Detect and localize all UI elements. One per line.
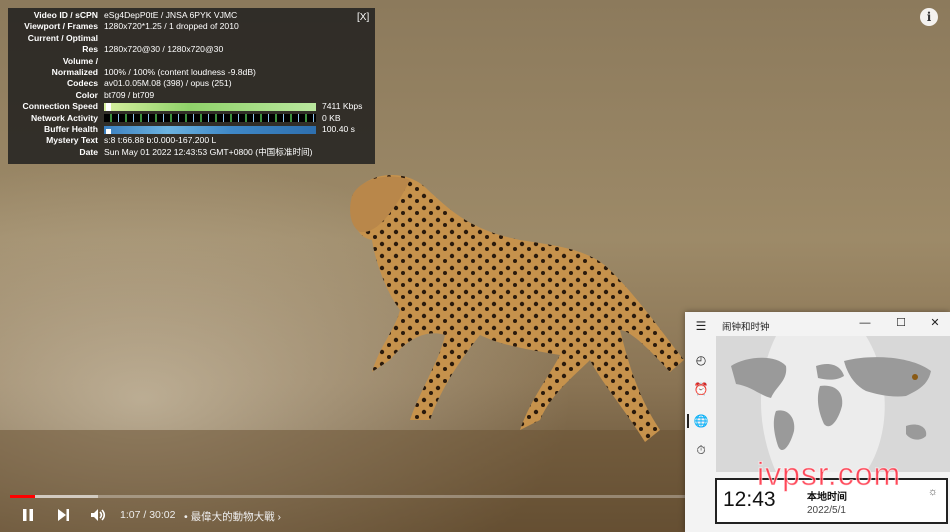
stats-label: Volume /	[62, 55, 98, 66]
clock-nav: ☰ ◴ ⏰ 🌐 ⏱	[685, 312, 717, 532]
stats-row: Date Sun May 01 2022 12:43:53 GMT+0800 (中…	[8, 147, 375, 158]
stats-for-nerds-panel: [X] Video ID / sCPN eSg4DepP0tE / JNSA 6P…	[8, 8, 375, 164]
stats-row: Video ID / sCPN eSg4DepP0tE / JNSA 6PYK V…	[8, 10, 375, 21]
stats-label: Mystery Text	[46, 135, 98, 146]
clock-app-window: 闹钟和时钟 — ☐ ✕ ☰ ◴ ⏰ 🌐 ⏱ 12:43 本地时间 2022/5/…	[685, 312, 950, 532]
world-map	[716, 336, 950, 472]
stats-label: Current / Optimal	[27, 32, 98, 43]
nav-selection-indicator	[687, 414, 689, 428]
network-activity-graph	[104, 114, 316, 123]
stats-value: 100.40 s	[322, 123, 355, 134]
video-player[interactable]: [X] Video ID / sCPN eSg4DepP0tE / JNSA 6P…	[0, 0, 950, 532]
stats-row: Buffer Health 100.40 s	[8, 124, 375, 135]
stats-label: Connection Speed	[22, 101, 98, 112]
stats-value: Sun May 01 2022 12:43:53 GMT+0800 (中国标准时…	[104, 146, 313, 157]
stats-label: Normalized	[51, 66, 98, 77]
stats-label: Res	[82, 44, 98, 55]
stats-label: Viewport / Frames	[24, 21, 98, 32]
stats-label: Network Activity	[30, 112, 98, 123]
chapter-title[interactable]: • 最偉大的動物大戰 ›	[184, 509, 281, 524]
stats-value: eSg4DepP0tE / JNSA 6PYK VJMC	[104, 10, 238, 20]
pause-icon[interactable]	[20, 507, 36, 523]
sun-icon: ☼	[927, 486, 938, 498]
stats-value: av01.0.05M.08 (398) / opus (251)	[104, 78, 232, 89]
world-map-image	[716, 336, 950, 472]
hamburger-menu-icon[interactable]: ☰	[691, 316, 711, 336]
stats-row: Codecs av01.0.05M.08 (398) / opus (251)	[8, 78, 375, 89]
next-icon[interactable]	[55, 507, 71, 523]
stats-label: Buffer Health	[44, 123, 98, 134]
world-clock-icon[interactable]: 🌐	[691, 411, 711, 431]
close-button[interactable]: ✕	[926, 316, 944, 330]
stats-row: Color bt709 / bt709	[8, 90, 375, 101]
chevron-right-icon: ›	[277, 511, 282, 523]
maximize-button[interactable]: ☐	[892, 316, 910, 330]
connection-speed-graph	[104, 102, 316, 111]
progress-bar[interactable]	[10, 495, 685, 498]
timer-icon[interactable]: ◴	[691, 350, 711, 370]
minimize-button[interactable]: —	[856, 316, 874, 330]
stats-value: s:8 t:66.88 b:0.000-167.200 L	[104, 135, 217, 146]
stats-row: Viewport / Frames 1280x720*1.25 / 1 dropp…	[8, 21, 375, 32]
stats-row: Current / Optimal	[8, 33, 375, 44]
info-icon[interactable]: i	[920, 8, 938, 26]
stats-row: Res 1280x720@30 / 1280x720@30	[8, 44, 375, 55]
stats-row: Normalized 100% / 100% (content loudness …	[8, 67, 375, 78]
location-pin-icon	[912, 374, 918, 380]
stats-label: Color	[75, 89, 98, 100]
stats-row: Network Activity 0 KB	[8, 113, 375, 124]
buffer-health-graph	[104, 125, 316, 134]
local-date: 2022/5/1	[807, 505, 846, 516]
stats-value: 7411 Kbps	[322, 101, 363, 112]
watermark-logo: ivpsr.com	[756, 456, 902, 493]
stats-row: Volume /	[8, 56, 375, 67]
window-title: 闹钟和时钟	[722, 322, 770, 333]
alarm-icon[interactable]: ⏰	[691, 379, 711, 399]
chapter-label: • 最偉大的動物大戰	[184, 511, 275, 523]
stats-close-button[interactable]: [X]	[357, 12, 369, 24]
played-bar	[10, 495, 35, 498]
stats-value: bt709 / bt709	[104, 89, 155, 100]
stats-label: Video ID / sCPN	[33, 10, 98, 20]
stats-label: Codecs	[66, 78, 98, 89]
stats-label: Date	[79, 146, 98, 157]
volume-icon[interactable]	[89, 507, 107, 523]
stats-value: 1280x720@30 / 1280x720@30	[104, 44, 224, 55]
stats-row: Mystery Text s:8 t:66.88 b:0.000-167.200 …	[8, 135, 375, 146]
stats-row: Connection Speed 7411 Kbps	[8, 101, 375, 112]
stopwatch-icon[interactable]: ⏱	[691, 440, 711, 460]
time-display: 1:07 / 30:02	[120, 509, 176, 521]
stats-value: 100% / 100% (content loudness -9.8dB)	[104, 66, 256, 77]
stats-value: 1280x720*1.25 / 1 dropped of 2010	[104, 21, 239, 32]
stats-value: 0 KB	[322, 112, 341, 123]
